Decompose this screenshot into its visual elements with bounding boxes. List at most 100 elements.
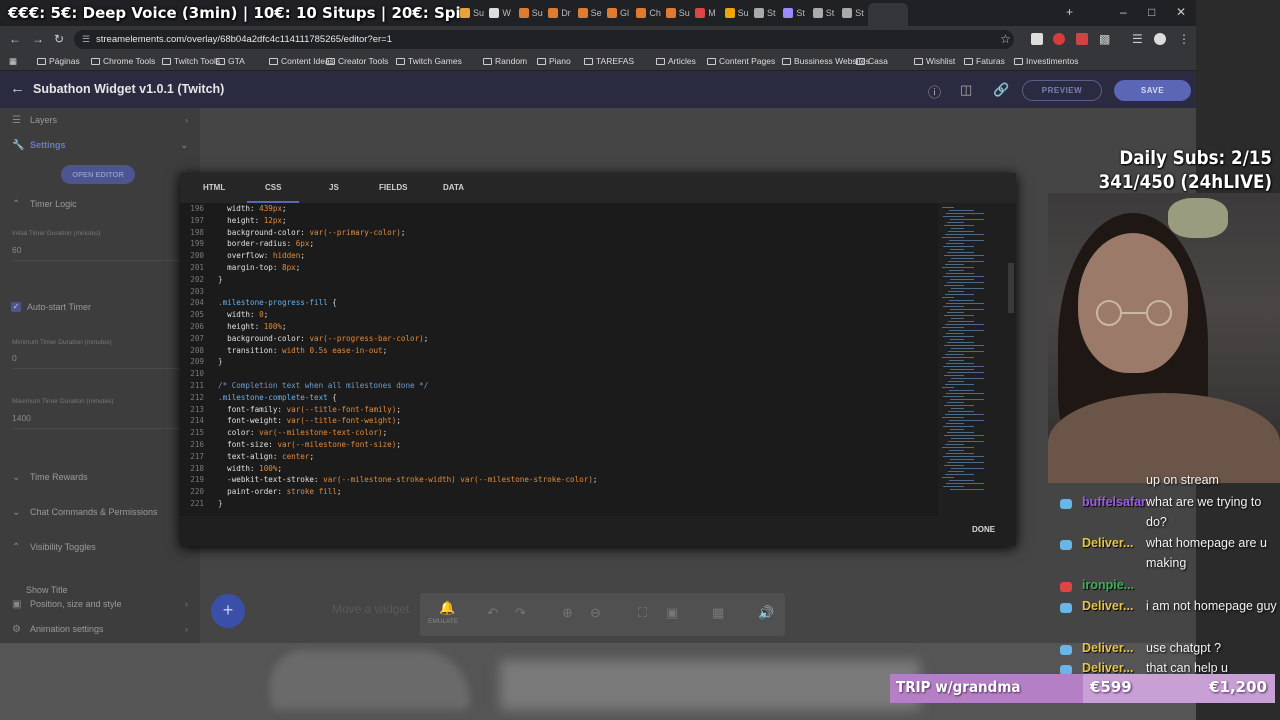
- bookmark-item[interactable]: Content Pages: [707, 56, 775, 66]
- chat-username[interactable]: Deliver...: [1082, 599, 1146, 613]
- bookmark-item[interactable]: Faturas: [964, 56, 1005, 66]
- close-window-icon[interactable]: ✕: [1176, 5, 1186, 19]
- browser-tab[interactable]: Se: [577, 5, 602, 21]
- extension-icon[interactable]: [1031, 33, 1043, 45]
- help-icon[interactable]: ⓘ: [928, 82, 941, 101]
- max-duration-field[interactable]: 1400: [12, 413, 31, 423]
- menu-icon[interactable]: ⋮: [1178, 32, 1190, 46]
- browser-tab[interactable]: M: [695, 5, 716, 21]
- code-area[interactable]: 196 width: 439px; 197 height: 12px; 198 ba…: [180, 203, 940, 516]
- time-rewards-section[interactable]: ⌄ Time Rewards: [0, 467, 200, 487]
- fit-screen-icon[interactable]: ⛶: [638, 605, 647, 621]
- chat-badge-icon: [1060, 499, 1072, 509]
- emulate-button[interactable]: EMULATE: [428, 618, 458, 625]
- bookmark-star-icon[interactable]: ☆: [1000, 32, 1011, 46]
- chat-username[interactable]: Deliver...: [1082, 641, 1146, 655]
- browser-tab[interactable]: Dr: [548, 5, 571, 21]
- bookmark-item[interactable]: Piano: [537, 56, 571, 66]
- reload-icon[interactable]: ↻: [54, 32, 64, 46]
- browser-tab[interactable]: Su: [460, 5, 484, 21]
- save-button[interactable]: SAVE: [1114, 80, 1191, 101]
- apps-grid-icon[interactable]: ▦: [9, 56, 17, 67]
- bookmark-item[interactable]: Chrome Tools: [91, 56, 155, 66]
- extension-icon[interactable]: [1053, 33, 1065, 45]
- browser-tab[interactable]: Su: [665, 5, 690, 21]
- tab-html[interactable]: HTML: [203, 183, 225, 192]
- position-section[interactable]: ▣ Position, size and style ›: [0, 594, 200, 614]
- maximize-icon[interactable]: □: [1148, 5, 1155, 19]
- undo-icon[interactable]: ↶: [487, 605, 498, 621]
- editor-scrollbar[interactable]: [1008, 263, 1014, 313]
- tab-fields[interactable]: FIELDS: [379, 183, 407, 192]
- volume-icon[interactable]: 🔊: [758, 605, 774, 621]
- bookmark-item[interactable]: Wishlist: [914, 56, 955, 66]
- chat-username[interactable]: ironpie...: [1082, 578, 1146, 592]
- browser-tab[interactable]: St: [783, 5, 805, 21]
- zoom-in-icon[interactable]: ⊕: [562, 605, 573, 621]
- bookmark-item[interactable]: Twitch Tools: [162, 56, 220, 66]
- min-duration-field[interactable]: 0: [12, 353, 17, 363]
- bookmark-item[interactable]: Casa: [856, 56, 888, 66]
- bookmark-item[interactable]: GTA: [216, 56, 245, 66]
- open-editor-button[interactable]: OPEN EDITOR: [61, 165, 135, 184]
- browser-tab[interactable]: Su: [518, 5, 543, 21]
- link-icon[interactable]: 🔗: [993, 82, 1009, 98]
- media-icon[interactable]: ☰: [1132, 32, 1143, 46]
- browser-tab[interactable]: St: [812, 5, 834, 21]
- done-button[interactable]: DONE: [972, 525, 995, 534]
- layers-section[interactable]: ☰ Layers ›: [0, 110, 200, 130]
- site-info-icon[interactable]: ☰: [82, 30, 90, 49]
- chat-username[interactable]: Deliver...: [1082, 661, 1146, 675]
- minimap-line: [944, 255, 984, 256]
- redo-icon[interactable]: ↷: [515, 605, 526, 621]
- tab-css[interactable]: CSS: [265, 183, 281, 192]
- browser-tab[interactable]: Gl: [607, 5, 629, 21]
- bookmark-item[interactable]: Random: [483, 56, 527, 66]
- minimize-icon[interactable]: –: [1120, 5, 1127, 19]
- chat-badge-icon: [1060, 603, 1072, 613]
- display-icon[interactable]: ◫: [960, 82, 972, 98]
- minimap-line: [942, 297, 954, 298]
- bookmark-item[interactable]: Content Ideas: [269, 56, 334, 66]
- browser-tab[interactable]: W: [489, 5, 511, 21]
- animation-section[interactable]: ⚙ Animation settings ›: [0, 619, 200, 639]
- code-minimap[interactable]: [938, 203, 1000, 516]
- bookmark-item[interactable]: Creator Tools: [326, 56, 388, 66]
- preview-button[interactable]: PREVIEW: [1022, 80, 1102, 101]
- chat-username[interactable]: buffelsafari: [1082, 495, 1146, 509]
- chat-commands-section[interactable]: ⌄ Chat Commands & Permissions: [0, 502, 200, 522]
- visibility-toggles-section[interactable]: ⌃ Visibility Toggles: [0, 537, 200, 557]
- address-bar[interactable]: ☰ streamelements.com/overlay/68b04a2dfc4…: [74, 30, 1014, 49]
- bookmark-item[interactable]: Investimentos: [1014, 56, 1078, 66]
- settings-sidebar: ☰ Layers › 🔧 Settings ⌄ OPEN EDITOR ⌃ Ti…: [0, 108, 200, 643]
- autostart-checkbox[interactable]: ✓: [11, 302, 21, 312]
- initial-duration-field[interactable]: 60: [12, 245, 21, 255]
- fullscreen-icon[interactable]: ▣: [666, 605, 678, 621]
- divider: [12, 368, 182, 369]
- tab-data[interactable]: DATA: [443, 183, 464, 192]
- new-tab-icon[interactable]: +: [1066, 5, 1073, 19]
- zoom-out-icon[interactable]: ⊖: [590, 605, 601, 621]
- bookmark-item[interactable]: Articles: [656, 56, 696, 66]
- browser-tab[interactable]: St: [754, 5, 776, 21]
- bookmark-item[interactable]: Páginas: [37, 56, 80, 66]
- tab-js[interactable]: JS: [329, 183, 339, 192]
- browser-tab[interactable]: St: [842, 5, 864, 21]
- settings-section[interactable]: 🔧 Settings ⌄: [0, 135, 200, 155]
- extensions-puzzle-icon[interactable]: ▩: [1099, 32, 1110, 46]
- grid-icon[interactable]: ▦: [712, 605, 724, 621]
- browser-tab[interactable]: Su: [724, 5, 749, 21]
- back-arrow-icon[interactable]: ←: [10, 80, 25, 97]
- bookmark-item[interactable]: TAREFAS: [584, 56, 634, 66]
- add-widget-button[interactable]: +: [211, 594, 245, 628]
- bookmark-item[interactable]: Twitch Games: [396, 56, 462, 66]
- profile-avatar[interactable]: [1154, 33, 1166, 45]
- back-icon[interactable]: ←: [9, 32, 21, 46]
- bell-icon[interactable]: 🔔: [439, 600, 455, 616]
- extension-icon[interactable]: [1076, 33, 1088, 45]
- chat-username[interactable]: Deliver...: [1082, 536, 1146, 550]
- browser-tab[interactable]: Ch: [636, 5, 661, 21]
- active-tab[interactable]: [868, 3, 908, 26]
- forward-icon[interactable]: →: [32, 32, 44, 46]
- timer-logic-section[interactable]: ⌃ Timer Logic: [0, 194, 200, 214]
